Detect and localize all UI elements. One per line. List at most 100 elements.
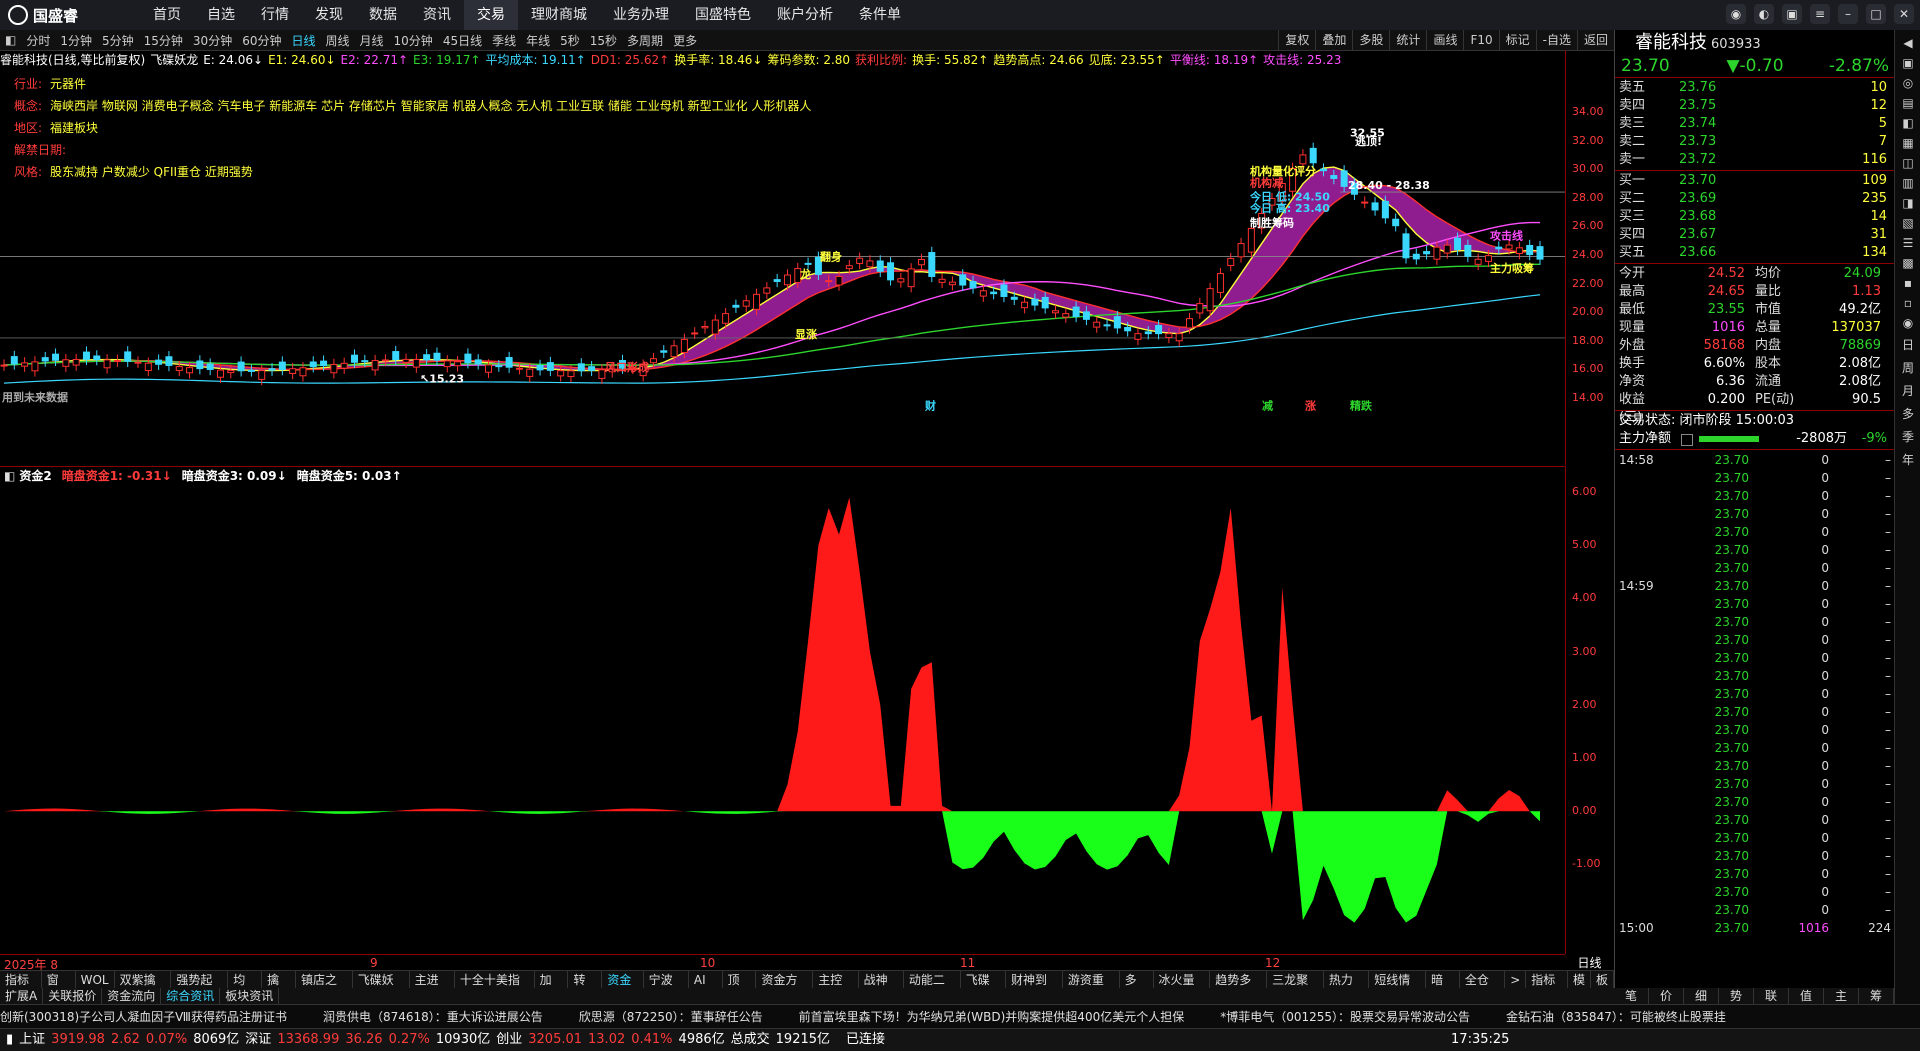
ask-row[interactable]: 卖四 23.75 12 <box>1615 97 1895 115</box>
indicator-tab[interactable]: 顶底 <box>723 971 757 1005</box>
news-item[interactable]: 欣思源（872250）：董事辞任公告 <box>579 1010 763 1024</box>
news-item[interactable]: 前首富埃里森下场！为华纳兄弟(WBD)并购案提供超400亿美元个人担保 <box>799 1010 1185 1024</box>
kline-chart[interactable]: 行业: 元器件概念: 海峡西岸 物联网 消费电子概念 汽车电子 新能源车 芯片 存储… <box>0 70 1565 465</box>
side-tool-icon[interactable]: ◀ <box>1903 36 1912 50</box>
news-item[interactable]: *博菲电气（001255）：股票交易异常波动公告 <box>1220 1010 1470 1024</box>
side-tool-icon[interactable]: ◨ <box>1902 196 1913 210</box>
indicator-tab[interactable]: 加仓 <box>535 971 569 1005</box>
side-period-button[interactable]: 多 <box>1902 405 1914 422</box>
fund-flow-chart[interactable] <box>0 484 1565 954</box>
indicator-tab[interactable]: 热力图 <box>1324 971 1370 1005</box>
period-item[interactable]: 5分钟 <box>97 32 139 49</box>
menu-item[interactable]: 自选 <box>194 0 248 30</box>
menu-item[interactable]: 条件单 <box>846 0 914 30</box>
quote-tab[interactable]: 联 <box>1754 988 1789 1004</box>
info-tab[interactable]: 扩展A <box>0 988 44 1004</box>
indicator-tab[interactable]: 转点 <box>568 971 603 1005</box>
bid-row[interactable]: 买一 23.70 109 <box>1615 172 1895 190</box>
indicator-tab[interactable]: 十全十美指标 <box>455 971 535 1005</box>
period-label[interactable]: 日线 <box>1565 954 1614 970</box>
info-tab[interactable]: 综合资讯 <box>161 988 221 1004</box>
period-item[interactable]: 年线 <box>521 32 555 49</box>
ask-row[interactable]: 卖二 23.73 7 <box>1615 133 1895 151</box>
side-tool-icon[interactable]: ☰ <box>1903 236 1914 250</box>
indicator-tab[interactable]: 擒龙 <box>262 971 296 1005</box>
period-item[interactable]: 分时 <box>21 32 55 49</box>
period-item[interactable]: 10分钟 <box>389 32 438 49</box>
side-period-button[interactable]: 月 <box>1902 382 1914 399</box>
side-period-button[interactable]: 日 <box>1902 336 1914 353</box>
menu-item[interactable]: 交易 <box>464 0 518 30</box>
indicator-tab[interactable]: 宁波敢 <box>644 971 689 1005</box>
bid-row[interactable]: 买四 23.67 31 <box>1615 226 1895 244</box>
period-item[interactable]: 15秒 <box>585 32 622 49</box>
indicator-tab[interactable]: WOL <box>76 971 115 989</box>
menu-item[interactable]: 账户分析 <box>764 0 846 30</box>
toolbar-item[interactable]: F10 <box>1463 30 1498 50</box>
indicator-tab[interactable]: AI龙 <box>689 971 723 1005</box>
indicator-tab[interactable]: 冰火量能 <box>1154 971 1211 1005</box>
menu-icon[interactable]: ≡ <box>1810 4 1830 24</box>
quote-tab[interactable]: 细 <box>1684 988 1719 1004</box>
indicator-tab[interactable]: 趋势多空 <box>1210 971 1268 1005</box>
indicator-tab[interactable]: 多空 <box>1120 971 1154 1005</box>
bid-row[interactable]: 买五 23.66 134 <box>1615 244 1895 262</box>
period-item[interactable]: 45日线 <box>438 32 487 49</box>
menu-item[interactable]: 首页 <box>140 0 194 30</box>
period-item[interactable]: 周线 <box>321 32 355 49</box>
period-item[interactable]: 30分钟 <box>188 32 237 49</box>
side-tool-icon[interactable]: ▩ <box>1902 256 1913 270</box>
side-period-button[interactable]: 周 <box>1902 359 1914 376</box>
side-tool-icon[interactable]: ◎ <box>1903 76 1913 90</box>
minimize-icon[interactable]: – <box>1838 4 1858 24</box>
indicator-tab[interactable]: 双紫擒龙 <box>115 971 172 1005</box>
side-tool-icon[interactable]: ◉ <box>1903 316 1913 330</box>
side-period-button[interactable]: 季 <box>1902 428 1914 445</box>
toolbar-item[interactable]: 复权 <box>1278 30 1315 50</box>
ask-row[interactable]: 卖三 23.74 5 <box>1615 115 1895 133</box>
toolbar-item[interactable]: 画线 <box>1426 30 1463 50</box>
news-item[interactable]: 创新(300318)子公司人凝血因子Ⅷ获得药品注册证书 <box>0 1010 287 1024</box>
lock-icon[interactable]: ▣ <box>1782 4 1802 24</box>
side-period-button[interactable]: 年 <box>1902 451 1914 468</box>
side-tool-icon[interactable]: ◫ <box>1902 156 1913 170</box>
indicator-tab[interactable]: 暗盘 <box>1426 971 1460 1005</box>
news-item[interactable]: 润贵供电（874618）：重大诉讼进展公告 <box>323 1010 543 1024</box>
skin-icon[interactable]: ◐ <box>1754 4 1774 24</box>
side-tool-icon[interactable]: ▫ <box>1904 296 1912 310</box>
flow-toggle-icon[interactable] <box>1681 434 1693 446</box>
indicator-tab[interactable]: 主进出 <box>410 971 455 1005</box>
indicator-tab[interactable]: > <box>1505 971 1527 989</box>
indicator-tab[interactable]: 飞碟妖 <box>961 971 1007 1005</box>
side-tool-icon[interactable]: ◧ <box>1902 116 1913 130</box>
quote-tab[interactable]: 主 <box>1824 988 1859 1004</box>
period-item[interactable]: 更多 <box>668 32 702 49</box>
menu-item[interactable]: 国盛特色 <box>682 0 764 30</box>
indicator-tab[interactable]: 指标A <box>0 971 42 1005</box>
menu-item[interactable]: 发现 <box>302 0 356 30</box>
indicator-tab[interactable]: 三龙聚首 <box>1267 971 1324 1005</box>
side-tool-icon[interactable]: ▣ <box>1902 56 1913 70</box>
quote-tab[interactable]: 势 <box>1719 988 1754 1004</box>
maximize-icon[interactable]: □ <box>1866 4 1886 24</box>
indicator-tab[interactable]: 全仓买 <box>1460 971 1506 1005</box>
menu-item[interactable]: 资讯 <box>410 0 464 30</box>
ask-row[interactable]: 卖一 23.72 116 <box>1615 151 1895 169</box>
sub-toggle-icon[interactable]: ◧ <box>4 469 15 483</box>
app-logo[interactable]: 国盛睿 <box>8 4 78 26</box>
period-item[interactable]: 季线 <box>487 32 521 49</box>
indicator-tab[interactable]: 指标B <box>1526 971 1569 1005</box>
bid-row[interactable]: 买二 23.69 235 <box>1615 190 1895 208</box>
side-tool-icon[interactable]: ▦ <box>1902 136 1913 150</box>
period-item[interactable]: 日线 <box>286 32 320 49</box>
panel-toggle-icon[interactable]: ◧ <box>0 33 21 47</box>
indicator-tab[interactable]: 动能二号 <box>904 971 961 1005</box>
toolbar-item[interactable]: 多股 <box>1352 30 1389 50</box>
menu-item[interactable]: 理财商城 <box>518 0 600 30</box>
indicator-tab[interactable]: 镇店之宝 <box>296 971 353 1005</box>
toolbar-item[interactable]: 统计 <box>1389 30 1426 50</box>
toolbar-item[interactable]: 返回 <box>1576 30 1614 50</box>
indicator-tab[interactable]: 资金方向 <box>756 971 814 1005</box>
indicator-tab[interactable]: 飞碟妖龙 <box>353 971 410 1005</box>
indicator-tab[interactable]: 均线 <box>228 971 263 1005</box>
